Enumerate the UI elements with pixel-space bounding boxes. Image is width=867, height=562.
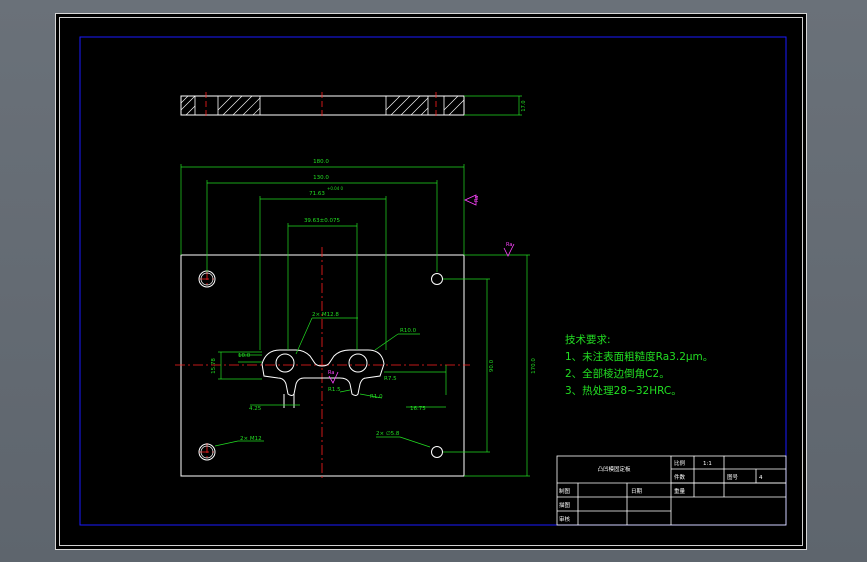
- roughness-top: Ra: [506, 242, 512, 248]
- date-label: 日期: [631, 488, 643, 495]
- dim-width-mid: 71.63: [309, 191, 325, 197]
- dim-radius-small: R1.0: [370, 394, 383, 400]
- weight-label: 重量: [674, 487, 686, 495]
- pin-hole-br: [431, 446, 443, 458]
- plan-view: Ra Ra Ra 180.0 130.0 71.63 +0.04 0 39.63…: [175, 159, 537, 480]
- review-label: 审核: [559, 515, 571, 523]
- dim-radius-large: R10.0: [400, 328, 417, 334]
- cad-drawing: 17.0 Ra Ra Ra 180.0 130.0 71.63 +0.04 0 …: [79, 36, 787, 526]
- notes-item-3: 3、热处理28~32HRC。: [565, 384, 682, 397]
- dim-left-a: 10.0: [238, 353, 251, 359]
- title-block: 凸凹模固定板 比例 1:1 件数 图号 4 重量 制图 日期 描图 审核: [556, 455, 787, 526]
- dim-thread-bottom-right: 2× ∅5.8: [376, 431, 400, 437]
- notes-title: 技术要求:: [565, 333, 611, 346]
- drawing-no-value: 4: [759, 475, 763, 481]
- dim-thread-bottom-left: 2× M12: [240, 436, 262, 442]
- design-label: 制图: [559, 487, 571, 495]
- notes-item-2: 2、全部棱边倒角C2。: [565, 367, 670, 380]
- dim-overall-width: 180.0: [313, 159, 329, 165]
- scale-value: 1:1: [703, 461, 712, 467]
- technical-notes: 技术要求: 1、未注表面粗糙度Ra3.2μm。 2、全部棱边倒角C2。 3、热处…: [565, 333, 713, 397]
- roughness-center: Ra: [328, 370, 334, 376]
- drawing-border: [79, 36, 787, 526]
- dim-hole-spacing: 130.0: [313, 175, 329, 181]
- check-label: 描图: [559, 501, 571, 509]
- scale-label: 比例: [674, 459, 686, 467]
- dim-width-inner: 39.63±0.075: [304, 218, 341, 224]
- drawing-no-label: 图号: [727, 473, 739, 481]
- thickness-dim: 17.0: [521, 100, 527, 111]
- dim-lower: 16.75: [410, 406, 426, 412]
- dim-small: 4.25: [249, 406, 262, 412]
- part-name: 凸凹模固定板: [597, 465, 631, 473]
- dim-left-b: 15.78: [211, 358, 217, 374]
- dim-radius-small-left: R1.5: [328, 387, 341, 393]
- die-cutout: [261, 349, 385, 408]
- section-view: 17.0: [180, 92, 527, 119]
- pin-hole-tr: [431, 273, 443, 285]
- qty-label: 件数: [674, 473, 686, 481]
- notes-item-1: 1、未注表面粗糙度Ra3.2μm。: [565, 350, 713, 363]
- dim-width-mid-tol: +0.04 0: [327, 186, 344, 191]
- dim-radius-mid: R7.5: [384, 376, 397, 382]
- roughness-side: Ra: [474, 196, 480, 202]
- dim-thread-top: 2× M12.8: [312, 312, 339, 318]
- dim-hole-vertical: 90.0: [489, 359, 495, 372]
- dim-overall-height: 170.0: [531, 358, 537, 374]
